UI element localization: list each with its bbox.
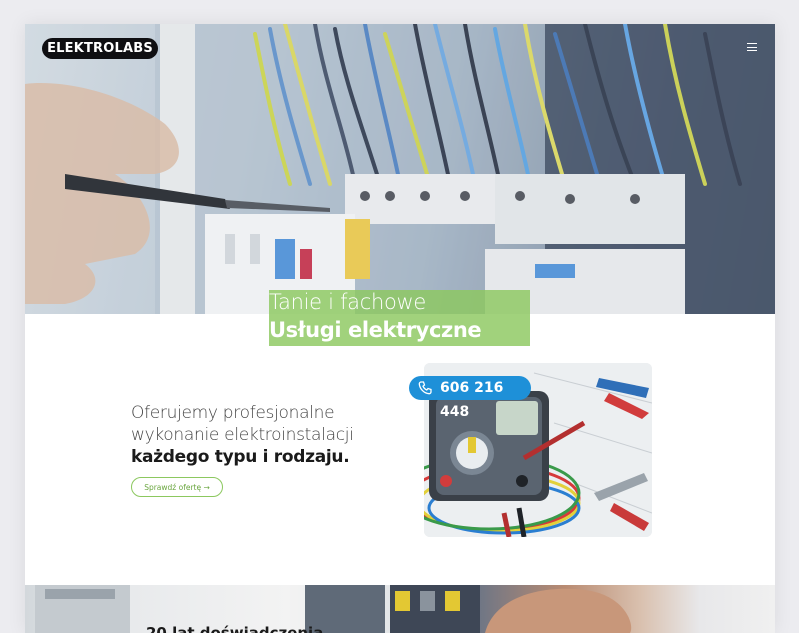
page: ELEKTROLABS Tanie i fachowe Usługi elekt…	[25, 24, 775, 633]
experience-title: 20 lat doświadczenia	[146, 624, 324, 633]
hero-section: ELEKTROLABS	[25, 24, 775, 314]
offer-line-2: wykonanie elektroinstalacji	[131, 425, 354, 445]
experience-section: 20 lat doświadczenia	[25, 585, 775, 633]
offer-line-3: każdego typu i rodzaju.	[131, 447, 350, 467]
offer-description: Oferujemy profesjonalne wykonanie elektr…	[131, 402, 391, 468]
phone-icon	[418, 381, 432, 395]
headline-light: Tanie i fachowe	[269, 290, 427, 314]
logo[interactable]: ELEKTROLABS	[42, 38, 158, 59]
experience-image	[35, 585, 632, 633]
check-offer-button[interactable]: Sprawdź ofertę →	[131, 477, 223, 497]
phone-button[interactable]: 606 216 448	[409, 376, 531, 420]
offer-line-1: Oferujemy profesjonalne	[131, 403, 335, 423]
phone-number: 606 216 448	[440, 380, 504, 420]
hamburger-icon[interactable]	[747, 43, 757, 51]
headline-bold: Usługi elektryczne	[269, 318, 482, 342]
hero-image	[25, 24, 775, 314]
